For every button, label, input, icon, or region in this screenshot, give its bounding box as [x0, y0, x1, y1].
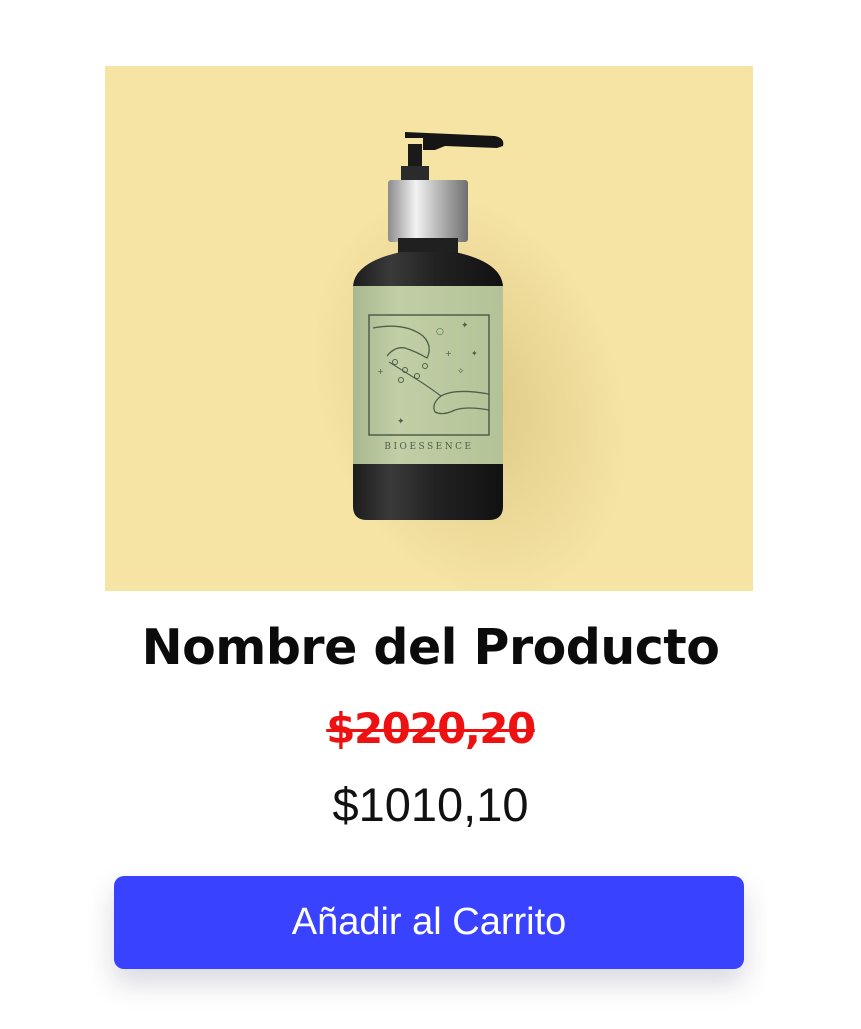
label-brand-text: BIOESSENCE — [384, 442, 473, 452]
svg-text:✦: ✦ — [397, 417, 405, 427]
svg-text:✦: ✦ — [461, 321, 469, 331]
svg-text:+: + — [445, 349, 452, 358]
sale-price: $1010,10 — [332, 778, 529, 831]
product-image: ○ ✦ ✦ + + ✦ ✧ BIOESSENCE — [105, 66, 753, 591]
svg-text:✦: ✦ — [471, 349, 478, 358]
product-title: Nombre del Producto — [141, 619, 720, 676]
original-price: $2020,20 — [326, 704, 536, 753]
svg-text:✧: ✧ — [457, 367, 465, 377]
svg-text:○: ○ — [436, 327, 444, 337]
product-photo: ○ ✦ ✦ + + ✦ ✧ BIOESSENCE — [311, 132, 629, 591]
product-card: ○ ✦ ✦ + + ✦ ✧ BIOESSENCE Nombre del Prod… — [0, 0, 861, 1029]
add-to-cart-button[interactable]: Añadir al Carrito — [114, 876, 744, 969]
svg-text:+: + — [377, 367, 384, 376]
